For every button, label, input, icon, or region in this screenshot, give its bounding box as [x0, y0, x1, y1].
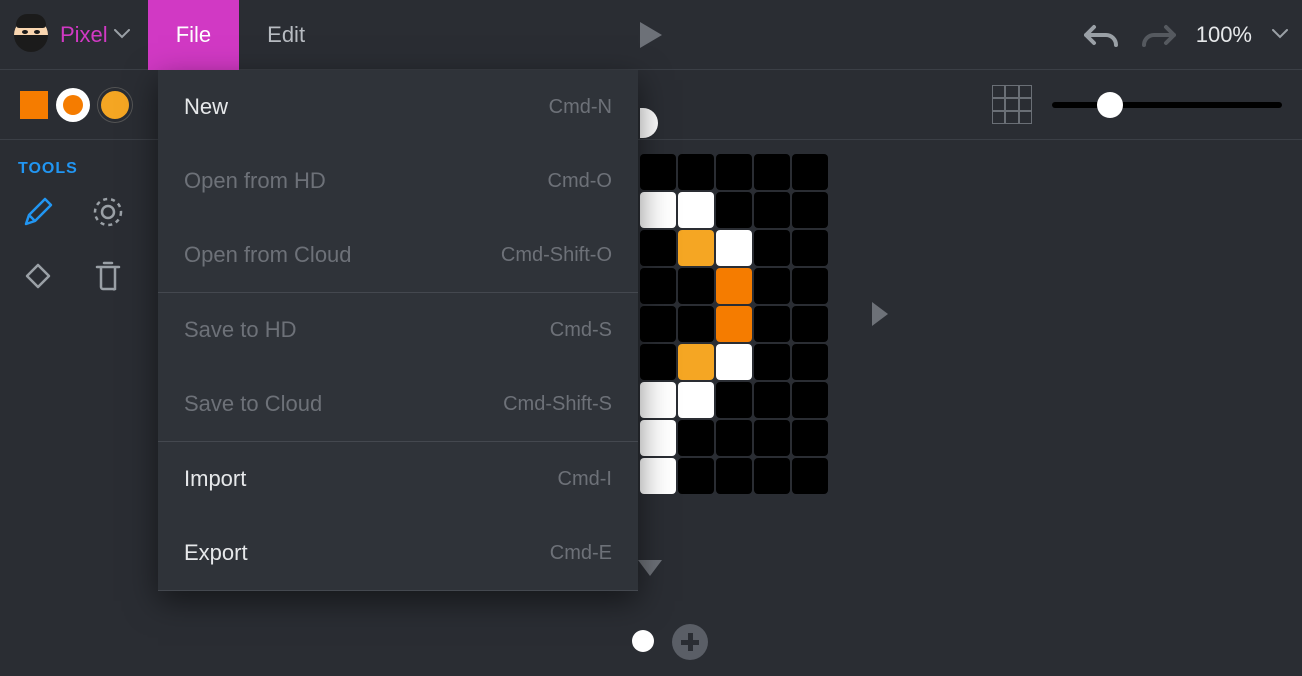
pixel-cell[interactable]	[678, 268, 714, 304]
pixel-cell[interactable]	[792, 154, 828, 190]
pixel-cell[interactable]	[754, 420, 790, 456]
add-frame-button[interactable]	[672, 624, 708, 660]
pixel-cell[interactable]	[716, 230, 752, 266]
chevron-down-icon[interactable]	[1272, 26, 1288, 44]
menu-edit[interactable]: Edit	[239, 0, 333, 70]
next-frame-icon[interactable]	[870, 300, 890, 333]
pixel-cell[interactable]	[678, 382, 714, 418]
pixel-cell[interactable]	[640, 306, 676, 342]
chevron-down-icon[interactable]	[114, 26, 130, 44]
file-dropdown: NewCmd-N Open from HDCmd-O Open from Clo…	[158, 70, 638, 591]
pixel-cell[interactable]	[792, 268, 828, 304]
timeline-playhead[interactable]	[632, 630, 654, 652]
pixel-cell[interactable]	[640, 458, 676, 494]
menu-file[interactable]: File	[148, 0, 239, 70]
pixel-cell[interactable]	[640, 382, 676, 418]
pixel-cell[interactable]	[754, 268, 790, 304]
eraser-tool-icon[interactable]	[18, 256, 58, 296]
pixel-cell[interactable]	[640, 268, 676, 304]
undo-icon[interactable]	[1084, 21, 1120, 49]
pixel-cell[interactable]	[678, 192, 714, 228]
pixel-cell[interactable]	[754, 154, 790, 190]
pixel-cell[interactable]	[716, 382, 752, 418]
pixel-cell[interactable]	[640, 192, 676, 228]
pixel-cell[interactable]	[792, 192, 828, 228]
pixel-cell[interactable]	[716, 154, 752, 190]
file-menu-open-cloud[interactable]: Open from CloudCmd-Shift-O	[158, 218, 638, 292]
pixel-cell[interactable]	[792, 458, 828, 494]
pixel-cell[interactable]	[792, 420, 828, 456]
pixel-cell[interactable]	[716, 268, 752, 304]
pixel-cell[interactable]	[754, 382, 790, 418]
play-icon[interactable]	[638, 20, 664, 50]
tools-panel: TOOLS	[0, 140, 160, 340]
gear-tool-icon[interactable]	[88, 192, 128, 232]
trash-tool-icon[interactable]	[88, 256, 128, 296]
pixel-cell[interactable]	[678, 154, 714, 190]
pixel-cell[interactable]	[716, 458, 752, 494]
pixel-cell[interactable]	[754, 458, 790, 494]
expand-down-icon[interactable]	[636, 558, 664, 583]
zoom-level[interactable]: 100%	[1196, 22, 1252, 48]
file-menu-new[interactable]: NewCmd-N	[158, 70, 638, 144]
pixel-cell[interactable]	[792, 344, 828, 380]
pixel-cell[interactable]	[678, 458, 714, 494]
pixel-cell[interactable]	[716, 420, 752, 456]
pixel-cell[interactable]	[792, 382, 828, 418]
pixel-cell[interactable]	[754, 230, 790, 266]
slider-thumb[interactable]	[1097, 92, 1123, 118]
pixel-cell[interactable]	[640, 230, 676, 266]
pixel-cell[interactable]	[792, 230, 828, 266]
color-swatch-square[interactable]	[20, 91, 48, 119]
pixel-cell[interactable]	[640, 420, 676, 456]
pixel-canvas[interactable]	[640, 154, 828, 494]
file-menu-import[interactable]: ImportCmd-I	[158, 442, 638, 516]
file-menu-save-cloud[interactable]: Save to CloudCmd-Shift-S	[158, 367, 638, 441]
pixel-cell[interactable]	[716, 344, 752, 380]
file-menu-save-hd[interactable]: Save to HDCmd-S	[158, 293, 638, 367]
pixel-cell[interactable]	[678, 344, 714, 380]
top-menu-bar: Pixel File Edit 100%	[0, 0, 1302, 70]
grid-toggle-icon[interactable]	[992, 85, 1032, 125]
redo-icon[interactable]	[1140, 21, 1176, 49]
pixel-cell[interactable]	[754, 344, 790, 380]
pixel-cell[interactable]	[640, 154, 676, 190]
pixel-cell[interactable]	[716, 192, 752, 228]
pixel-cell[interactable]	[716, 306, 752, 342]
pixel-cell[interactable]	[640, 344, 676, 380]
color-swatch-ring[interactable]	[56, 88, 90, 122]
zoom-slider[interactable]	[1052, 102, 1282, 108]
tools-heading: TOOLS	[18, 160, 142, 178]
pixel-cell[interactable]	[792, 306, 828, 342]
mode-dropdown-label[interactable]: Pixel	[60, 22, 108, 48]
avatar[interactable]	[14, 18, 48, 52]
menu-separator	[158, 590, 638, 591]
pixel-cell[interactable]	[754, 192, 790, 228]
file-menu-open-hd[interactable]: Open from HDCmd-O	[158, 144, 638, 218]
pixel-cell[interactable]	[678, 230, 714, 266]
color-swatch-circle[interactable]	[98, 88, 132, 122]
pixel-cell[interactable]	[678, 306, 714, 342]
pencil-tool-icon[interactable]	[18, 192, 58, 232]
pixel-cell[interactable]	[678, 420, 714, 456]
pixel-cell[interactable]	[754, 306, 790, 342]
file-menu-export[interactable]: ExportCmd-E	[158, 516, 638, 590]
